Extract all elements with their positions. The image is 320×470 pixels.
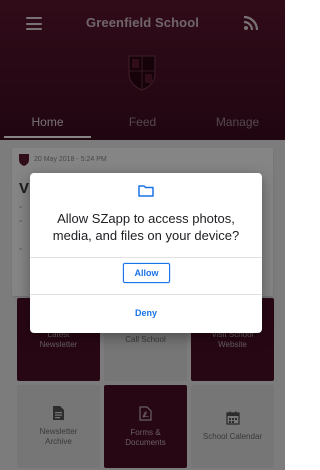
folder-icon — [138, 185, 154, 197]
permission-message: Allow SZapp to access photos, media, and… — [52, 211, 240, 243]
divider — [30, 257, 262, 258]
permission-dialog: Allow SZapp to access photos, media, and… — [30, 173, 262, 333]
deny-button[interactable]: Deny — [30, 300, 262, 326]
allow-button[interactable]: Allow — [123, 263, 170, 283]
divider — [30, 294, 262, 295]
